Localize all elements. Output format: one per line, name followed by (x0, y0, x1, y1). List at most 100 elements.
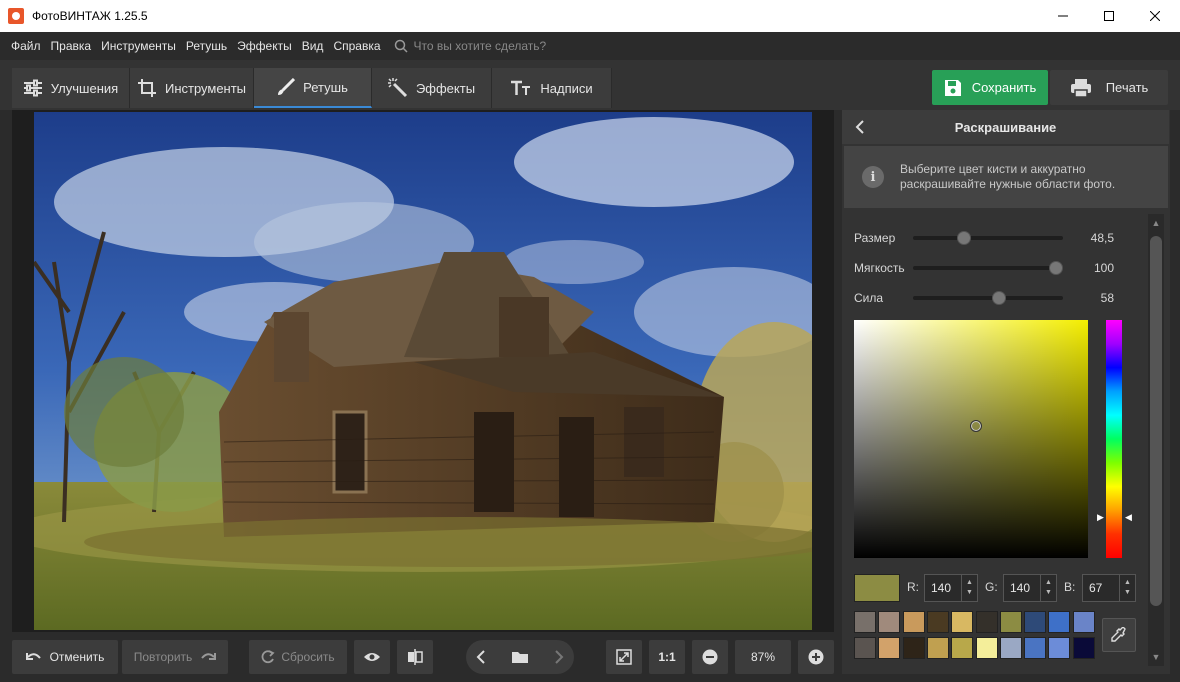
hue-arrow-left-icon[interactable]: ▶ (1097, 512, 1104, 523)
zoom-in-icon (808, 649, 824, 665)
softness-slider[interactable]: Мягкость 100 (854, 258, 1114, 278)
palette-swatch[interactable] (902, 637, 925, 659)
panel-header: Раскрашивание (842, 110, 1169, 144)
tab-text[interactable]: Надписи (492, 68, 612, 108)
brush-icon (277, 78, 296, 96)
palette-swatch[interactable] (951, 637, 974, 659)
preview-button[interactable] (354, 640, 390, 674)
next-file-button[interactable] (554, 650, 564, 664)
panel-scrollbar[interactable]: ▲ ▼ (1148, 214, 1164, 666)
tab-label: Ретушь (303, 79, 348, 95)
palette-swatch[interactable] (1048, 637, 1071, 659)
close-button[interactable] (1132, 0, 1178, 32)
prev-file-button[interactable] (476, 650, 486, 664)
slider-handle[interactable] (957, 231, 971, 245)
g-input[interactable]: 140 ▲ ▼ (1003, 574, 1057, 602)
photo-canvas[interactable] (34, 112, 812, 630)
reset-button[interactable]: Сбросить (249, 640, 347, 674)
hue-arrow-right-icon[interactable]: ◀ (1125, 512, 1132, 523)
r-stepper[interactable]: ▲ ▼ (961, 575, 977, 601)
sliders-icon (23, 79, 43, 97)
slider-value: 100 (1093, 261, 1114, 275)
minimize-icon (1058, 15, 1068, 17)
tab-tools[interactable]: Инструменты (130, 68, 254, 108)
menu-view[interactable]: Вид (297, 39, 329, 53)
slider-label: Сила (854, 291, 884, 305)
r-value: 140 (931, 581, 952, 595)
palette-swatch[interactable] (926, 611, 949, 633)
menu-retouch[interactable]: Ретушь (181, 39, 232, 53)
strength-slider[interactable]: Сила 58 (854, 288, 1114, 308)
redo-button[interactable]: Повторить (122, 640, 228, 674)
palette-swatch[interactable] (1072, 637, 1095, 659)
r-input[interactable]: 140 ▲ ▼ (924, 574, 978, 602)
slider-track[interactable] (913, 261, 1063, 275)
zoom-out-button[interactable] (692, 640, 728, 674)
palette-swatch[interactable] (1048, 611, 1071, 633)
actual-size-button[interactable]: 1:1 (649, 640, 685, 674)
save-label: Сохранить (971, 80, 1037, 95)
b-label: B: (1064, 580, 1076, 594)
slider-track[interactable] (913, 291, 1063, 305)
back-button[interactable] (850, 116, 870, 138)
palette-swatch[interactable] (999, 637, 1022, 659)
palette-swatch[interactable] (975, 611, 998, 633)
palette-swatch[interactable] (878, 637, 901, 659)
palette-swatch[interactable] (854, 637, 876, 659)
scroll-down-icon[interactable]: ▼ (1148, 648, 1164, 666)
color-picker-cursor[interactable] (970, 420, 982, 432)
hue-slider[interactable] (1106, 320, 1122, 558)
floppy-icon (944, 79, 962, 97)
color-picker-field[interactable] (854, 320, 1088, 558)
scroll-thumb[interactable] (1150, 236, 1162, 606)
b-stepper[interactable]: ▲ ▼ (1119, 575, 1135, 601)
close-icon (1150, 11, 1160, 21)
tab-retouch[interactable]: Ретушь (254, 68, 372, 108)
palette-swatch[interactable] (999, 611, 1022, 633)
b-input[interactable]: 67 ▲ ▼ (1082, 574, 1136, 602)
save-button[interactable]: Сохранить (932, 70, 1048, 105)
slider-track[interactable] (913, 231, 1063, 245)
tab-enhancements[interactable]: Улучшения (12, 68, 130, 108)
chevron-right-icon (555, 650, 564, 664)
menu-edit[interactable]: Правка (46, 39, 97, 53)
scroll-up-icon[interactable]: ▲ (1148, 214, 1164, 232)
g-stepper[interactable]: ▲ ▼ (1040, 575, 1056, 601)
compare-button[interactable] (397, 640, 433, 674)
slider-handle[interactable] (991, 291, 1006, 305)
menu-tools[interactable]: Инструменты (96, 39, 181, 53)
zoom-in-button[interactable] (798, 640, 834, 674)
search-icon (394, 39, 408, 53)
undo-button[interactable]: Отменить (12, 640, 118, 674)
slider-label: Мягкость (854, 261, 905, 275)
slider-handle[interactable] (1048, 261, 1063, 275)
actual-size-label: 1:1 (658, 650, 676, 664)
current-color-swatch (854, 574, 900, 602)
menu-help[interactable]: Справка (328, 39, 385, 53)
search-field[interactable]: Что вы хотите сделать? (394, 39, 546, 53)
g-value: 140 (1010, 581, 1031, 595)
tab-label: Инструменты (164, 80, 247, 96)
maximize-icon (1104, 11, 1114, 21)
palette-swatch[interactable] (1024, 637, 1047, 659)
palette-swatch[interactable] (951, 611, 974, 633)
maximize-button[interactable] (1086, 0, 1132, 32)
palette-swatch[interactable] (854, 611, 876, 633)
palette-swatch[interactable] (878, 611, 901, 633)
zoom-level[interactable]: 87% (735, 640, 791, 674)
menu-file[interactable]: Файл (6, 39, 46, 53)
menu-effects[interactable]: Эффекты (232, 39, 297, 53)
palette-swatch[interactable] (975, 637, 998, 659)
tab-effects[interactable]: Эффекты (372, 68, 492, 108)
magic-wand-icon (387, 78, 408, 98)
palette-swatch[interactable] (1024, 611, 1047, 633)
print-button[interactable]: Печать (1050, 70, 1168, 105)
minimize-button[interactable] (1040, 0, 1086, 32)
fit-screen-button[interactable] (606, 640, 642, 674)
palette-swatch[interactable] (902, 611, 925, 633)
size-slider[interactable]: Размер 48,5 (854, 228, 1114, 248)
open-folder-button[interactable] (511, 650, 529, 664)
palette-swatch[interactable] (926, 637, 949, 659)
eyedropper-button[interactable] (1102, 618, 1136, 652)
palette-swatch[interactable] (1072, 611, 1095, 633)
